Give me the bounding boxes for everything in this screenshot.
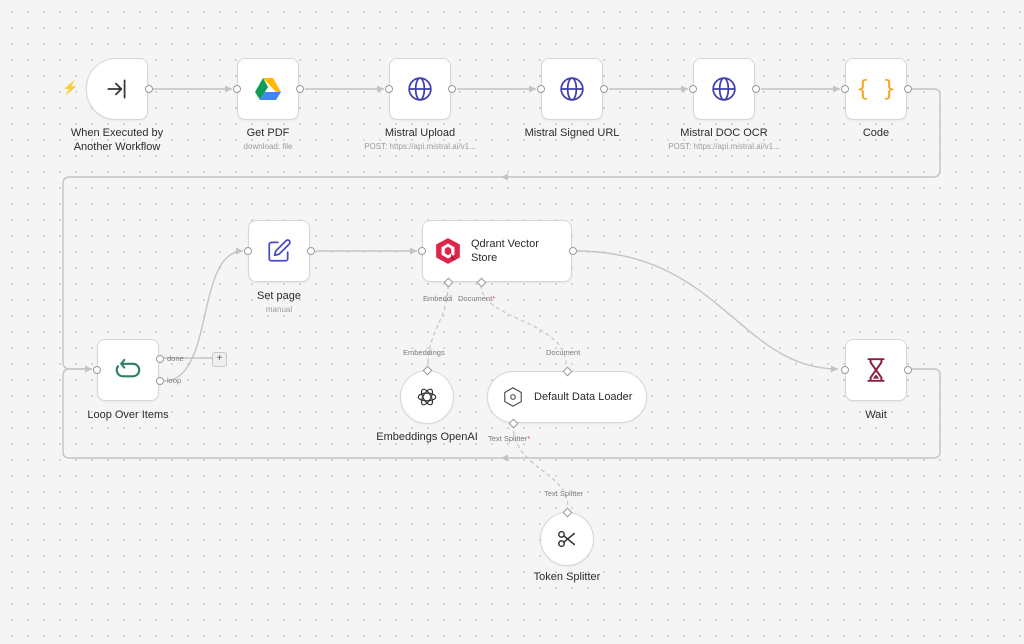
enter-icon [107, 79, 126, 99]
node-title-token-splitter: Token Splitter [533, 571, 601, 583]
output-port[interactable] [448, 85, 456, 93]
input-port[interactable] [244, 247, 252, 255]
node-title-loop: Loop Over Items [87, 409, 169, 421]
loop-icon [115, 358, 141, 378]
node-title-code: Code [862, 127, 890, 139]
node-title-set-page: Set page [256, 290, 302, 302]
add-node-button[interactable]: + [212, 352, 227, 367]
output-port[interactable] [307, 247, 315, 255]
node-when-executed[interactable] [86, 58, 153, 120]
google-drive-icon [255, 78, 281, 100]
node-subtitle-mistral-doc-ocr: POST: https://api.mistral.ai/v1... [668, 142, 780, 151]
splitter-port-label: Text Splitter [544, 489, 584, 498]
loop-port[interactable] [156, 377, 164, 385]
node-subtitle-mistral-upload: POST: https://api.mistral.ai/v1... [364, 142, 476, 151]
qdrant-port-label-embedding: Embeddi [423, 294, 453, 303]
node-title-qdrant: Qdrant Vector Store [471, 238, 539, 264]
scissors-icon [558, 530, 576, 548]
wire-qdrant-to-wait [575, 250, 839, 370]
node-subtitle-set-page: manual [265, 305, 293, 314]
trigger-bolt-icon: ⚡ [62, 80, 79, 95]
input-port[interactable] [841, 366, 849, 374]
done-port[interactable] [156, 355, 164, 363]
node-wait[interactable] [841, 339, 912, 401]
loop-output-label-loop: loop [167, 376, 182, 385]
output-port[interactable] [600, 85, 608, 93]
node-code[interactable]: { } [841, 58, 912, 120]
output-port[interactable] [752, 85, 760, 93]
hourglass-icon [867, 358, 885, 382]
node-title-data-loader: Default Data Loader [534, 391, 633, 403]
output-port[interactable] [569, 247, 577, 255]
embeddings-port-label: Embeddings [403, 348, 445, 357]
node-title-get-pdf: Get PDF [246, 127, 290, 139]
node-loop-over-items[interactable] [93, 339, 164, 401]
input-port[interactable] [233, 85, 241, 93]
input-port[interactable] [385, 85, 393, 93]
input-port[interactable] [418, 247, 426, 255]
input-port[interactable] [93, 366, 101, 374]
loop-output-label-done: done [167, 354, 184, 363]
node-mistral-doc-ocr[interactable] [689, 58, 760, 120]
input-port[interactable] [537, 85, 545, 93]
node-title-mistral-signed-url: Mistral Signed URL [524, 127, 620, 139]
output-port[interactable] [904, 85, 912, 93]
node-subtitle-get-pdf: download: file [243, 142, 293, 151]
node-embeddings-openai[interactable] [400, 365, 454, 424]
node-title-mistral-upload: Mistral Upload [384, 127, 456, 139]
data-loader-sub-port-label: Text Splitter* [488, 434, 531, 443]
node-title-wait: Wait [865, 409, 887, 421]
loader-icon [504, 387, 522, 407]
globe-icon [560, 77, 584, 101]
node-title-trigger: When Executed by Another Workflow [70, 127, 164, 153]
output-port[interactable] [145, 85, 153, 93]
qdrant-icon [436, 238, 460, 264]
node-token-splitter[interactable] [540, 507, 594, 566]
input-port[interactable] [841, 85, 849, 93]
output-port[interactable] [904, 366, 912, 374]
node-mistral-upload[interactable] [385, 58, 456, 120]
openai-icon [417, 388, 437, 406]
qdrant-port-label-document: Document* [458, 294, 496, 303]
data-loader-port-label: Document [546, 348, 581, 357]
node-default-data-loader[interactable]: Default Data Loader [487, 366, 647, 429]
globe-icon [712, 77, 736, 101]
node-mistral-signed-url[interactable] [537, 58, 608, 120]
node-title-mistral-doc-ocr: Mistral DOC OCR [680, 127, 768, 139]
node-get-pdf[interactable] [233, 58, 304, 120]
node-title-embeddings: Embeddings OpenAI [376, 431, 478, 443]
edit-icon [268, 239, 291, 262]
globe-icon [408, 77, 432, 101]
curly-braces-icon: { } [856, 76, 896, 102]
input-port[interactable] [689, 85, 697, 93]
output-port[interactable] [296, 85, 304, 93]
node-set-page[interactable] [244, 220, 315, 282]
node-qdrant-vector-store[interactable]: Qdrant Vector Store [418, 220, 577, 288]
